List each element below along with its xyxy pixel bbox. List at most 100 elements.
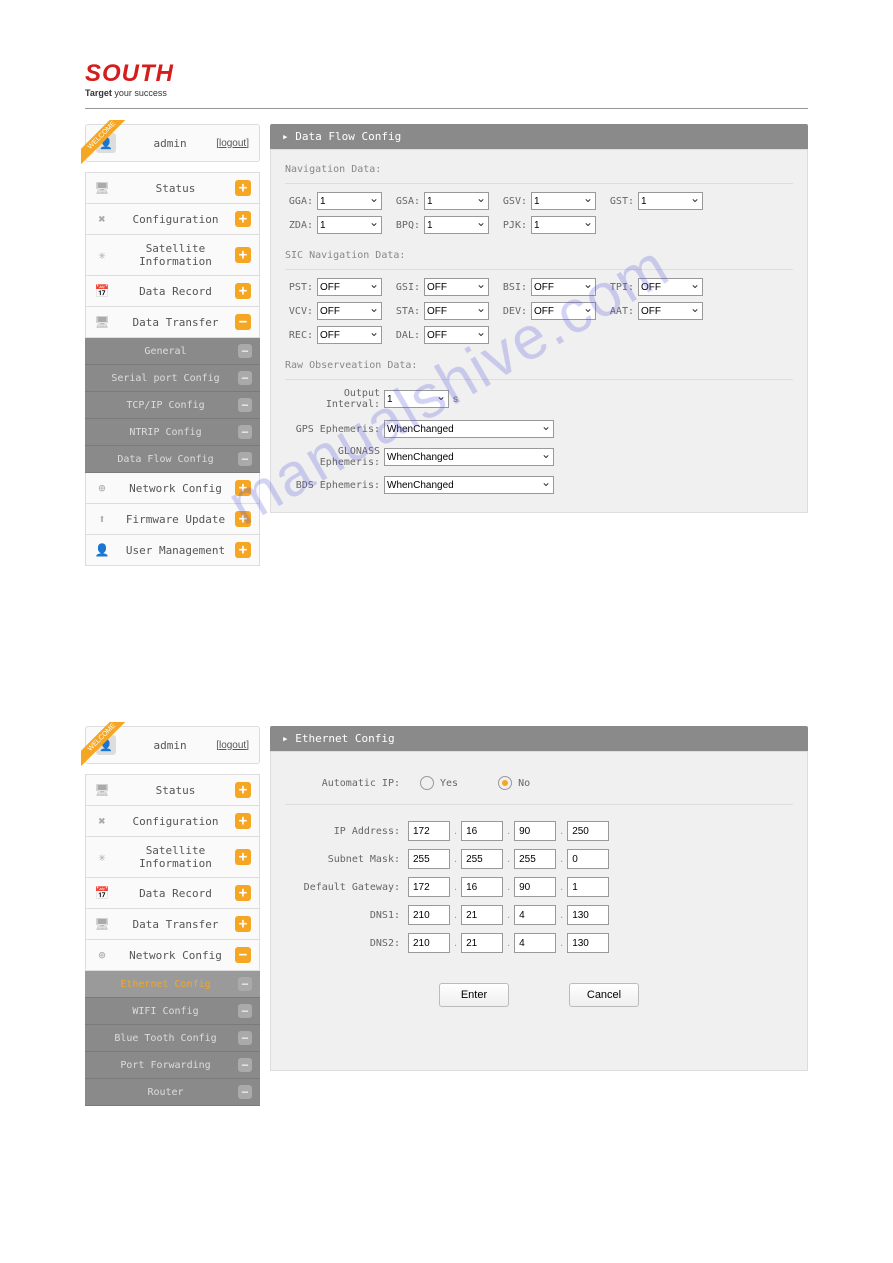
ip-octet[interactable] (408, 933, 450, 953)
user-name: admin (124, 137, 216, 150)
subnav-label: WIFI Config (93, 1006, 238, 1017)
sat-icon: ✳ (94, 248, 110, 262)
cal-icon: 📅 (94, 886, 110, 900)
field-label-bsi: BSI: (499, 282, 527, 293)
output-interval-select[interactable]: 1 (384, 390, 449, 408)
ip-octet[interactable] (514, 849, 556, 869)
subnav-wifi-config[interactable]: WIFI Config − (85, 998, 260, 1025)
ip-label: Subnet Mask: (285, 854, 400, 865)
toggle-icon: − (235, 314, 251, 330)
brand-name: SOUTH (85, 60, 808, 88)
nav-satellite-information[interactable]: ✳ Satellite Information + (85, 837, 260, 878)
select-gsi[interactable]: OFF (424, 278, 489, 296)
nav-label: Satellite Information (116, 844, 235, 870)
nav-status[interactable]: 🖥 Status + (85, 172, 260, 204)
ip-octet[interactable] (514, 877, 556, 897)
nav-data-transfer[interactable]: 🖥 Data Transfer − (85, 307, 260, 338)
select-dal[interactable]: OFF (424, 326, 489, 344)
nav-status[interactable]: 🖥 Status + (85, 774, 260, 806)
divider (85, 108, 808, 109)
logout-link[interactable]: [logout] (216, 740, 249, 751)
nav-data-record[interactable]: 📅 Data Record + (85, 878, 260, 909)
select-aat[interactable]: OFF (638, 302, 703, 320)
nav-satellite-information[interactable]: ✳ Satellite Information + (85, 235, 260, 276)
ip-octet[interactable] (408, 877, 450, 897)
nav-network-config[interactable]: ⊕ Network Config + (85, 473, 260, 504)
select-bsi[interactable]: OFF (531, 278, 596, 296)
ip-octet[interactable] (514, 905, 556, 925)
ip-octet[interactable] (567, 933, 609, 953)
toggle-icon: + (235, 247, 251, 263)
ip-octet[interactable] (461, 905, 503, 925)
select-pjk[interactable]: 1 (531, 216, 596, 234)
ip-octet[interactable] (408, 849, 450, 869)
toggle-icon: + (235, 813, 251, 829)
subnav-ntrip-config[interactable]: NTRIP Config − (85, 419, 260, 446)
nav-data-record[interactable]: 📅 Data Record + (85, 276, 260, 307)
ip-octet[interactable] (514, 933, 556, 953)
collapse-icon: − (238, 1058, 252, 1072)
ip-octet[interactable] (408, 821, 450, 841)
nav-data-transfer[interactable]: 🖥 Data Transfer + (85, 909, 260, 940)
select-rec[interactable]: OFF (317, 326, 382, 344)
subnav-ethernet-config[interactable]: Ethernet Config − (85, 971, 260, 998)
nav-firmware-update[interactable]: ⬆ Firmware Update + (85, 504, 260, 535)
ip-octet[interactable] (461, 821, 503, 841)
toggle-icon: + (235, 211, 251, 227)
nav-user-management[interactable]: 👤 User Management + (85, 535, 260, 566)
select-dev[interactable]: OFF (531, 302, 596, 320)
globe-icon: ⊕ (94, 948, 110, 962)
enter-button[interactable]: Enter (439, 983, 509, 1007)
ip-octet[interactable] (461, 849, 503, 869)
eph-select[interactable]: WhenChanged (384, 476, 554, 494)
subnav-tcp/ip-config[interactable]: TCP/IP Config − (85, 392, 260, 419)
select-vcv[interactable]: OFF (317, 302, 382, 320)
select-gst[interactable]: 1 (638, 192, 703, 210)
select-tpi[interactable]: OFF (638, 278, 703, 296)
ip-octet[interactable] (567, 905, 609, 925)
radio-no[interactable]: No (498, 776, 530, 790)
subnav-serial-port-config[interactable]: Serial port Config − (85, 365, 260, 392)
toggle-icon: + (235, 480, 251, 496)
select-gsa[interactable]: 1 (424, 192, 489, 210)
cancel-button[interactable]: Cancel (569, 983, 639, 1007)
subnav-blue-tooth-config[interactable]: Blue Tooth Config − (85, 1025, 260, 1052)
subnav-general[interactable]: General − (85, 338, 260, 365)
eph-label: GLONASS Ephemeris: (285, 446, 380, 468)
eph-select[interactable]: WhenChanged (384, 448, 554, 466)
ip-octet[interactable] (567, 821, 609, 841)
automatic-ip-row: Automatic IP: Yes No (285, 762, 793, 805)
select-bpq[interactable]: 1 (424, 216, 489, 234)
eph-select[interactable]: WhenChanged (384, 420, 554, 438)
collapse-icon: − (238, 344, 252, 358)
subnav-label: General (93, 346, 238, 357)
screen-data-flow: 👤 admin [logout] 🖥 Status + ✖ Configurat… (85, 124, 808, 566)
toggle-icon: + (235, 916, 251, 932)
ip-octet[interactable] (567, 877, 609, 897)
subnav-data-flow-config[interactable]: Data Flow Config − (85, 446, 260, 473)
logout-link[interactable]: [logout] (216, 138, 249, 149)
nav-configuration[interactable]: ✖ Configuration + (85, 806, 260, 837)
ip-octet[interactable] (408, 905, 450, 925)
toggle-icon: + (235, 542, 251, 558)
select-pst[interactable]: OFF (317, 278, 382, 296)
field-label-gst: GST: (606, 196, 634, 207)
nav-network-config[interactable]: ⊕ Network Config − (85, 940, 260, 971)
unit-seconds: s (453, 394, 458, 405)
ip-octet[interactable] (567, 849, 609, 869)
sidebar: 👤 admin [logout] 🖥 Status + ✖ Configurat… (85, 726, 260, 1106)
nav-configuration[interactable]: ✖ Configuration + (85, 204, 260, 235)
radio-yes[interactable]: Yes (420, 776, 458, 790)
ip-octet[interactable] (514, 821, 556, 841)
subnav-label: NTRIP Config (93, 427, 238, 438)
ip-octet[interactable] (461, 933, 503, 953)
select-zda[interactable]: 1 (317, 216, 382, 234)
subnav-port-forwarding[interactable]: Port Forwarding − (85, 1052, 260, 1079)
ip-octet[interactable] (461, 877, 503, 897)
select-gsv[interactable]: 1 (531, 192, 596, 210)
subnav-router[interactable]: Router − (85, 1079, 260, 1106)
output-interval-label: Output Interval: (285, 388, 380, 410)
select-gga[interactable]: 1 (317, 192, 382, 210)
select-sta[interactable]: OFF (424, 302, 489, 320)
ip-label: Default Gateway: (285, 882, 400, 893)
